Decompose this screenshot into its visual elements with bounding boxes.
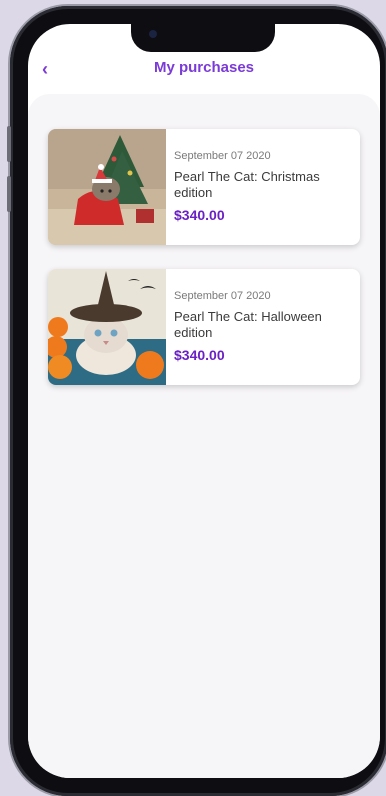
purchase-price: $340.00 xyxy=(174,207,225,223)
notch xyxy=(131,24,275,52)
camera xyxy=(149,30,157,38)
product-image xyxy=(48,129,166,245)
purchase-card[interactable]: September 07 2020 Pearl The Cat: Christm… xyxy=(48,129,360,245)
product-image xyxy=(48,269,166,385)
screen: ‹ My purchases September 07 2020 Pearl T… xyxy=(28,24,380,778)
purchase-card[interactable]: September 07 2020 Pearl The Cat: Hallowe… xyxy=(48,269,360,385)
purchase-info: September 07 2020 Pearl The Cat: Christm… xyxy=(174,149,354,223)
purchases-list: September 07 2020 Pearl The Cat: Christm… xyxy=(28,94,380,778)
purchase-date: September 07 2020 xyxy=(174,290,271,302)
purchase-info: September 07 2020 Pearl The Cat: Hallowe… xyxy=(174,289,354,363)
purchase-title: Pearl The Cat: Christmas edition xyxy=(174,169,320,200)
page-title: My purchases xyxy=(153,59,255,76)
side-button xyxy=(7,126,11,162)
purchase-price: $340.00 xyxy=(174,347,225,363)
side-button xyxy=(7,176,11,212)
purchase-title: Pearl The Cat: Halloween edition xyxy=(174,309,322,340)
purchase-date: September 07 2020 xyxy=(174,150,271,162)
app-header: ‹ My purchases xyxy=(28,54,380,90)
